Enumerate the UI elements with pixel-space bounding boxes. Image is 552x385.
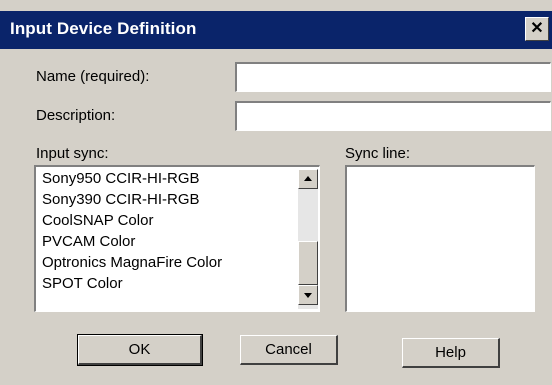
scroll-thumb[interactable] bbox=[298, 241, 318, 285]
ok-button[interactable]: OK bbox=[77, 334, 203, 366]
list-item[interactable]: PVCAM Color bbox=[42, 233, 135, 250]
name-field[interactable] bbox=[235, 62, 551, 92]
list-item[interactable]: Sony390 CCIR-HI-RGB bbox=[42, 191, 200, 208]
input-sync-scrollbar[interactable] bbox=[298, 169, 318, 309]
input-sync-list[interactable]: Sony950 CCIR-HI-RGB Sony390 CCIR-HI-RGB … bbox=[34, 165, 320, 312]
window-title: Input Device Definition bbox=[10, 19, 197, 38]
list-item[interactable]: SPOT Color bbox=[42, 275, 123, 292]
list-item[interactable]: Optronics MagnaFire Color bbox=[42, 254, 222, 271]
arrow-up-icon bbox=[304, 176, 312, 181]
list-item[interactable]: CoolSNAP Color bbox=[42, 212, 153, 229]
input-sync-label: Input sync: bbox=[36, 145, 109, 162]
name-label: Name (required): bbox=[36, 68, 150, 85]
title-bar[interactable]: Input Device Definition ✕ bbox=[0, 11, 552, 49]
close-icon: ✕ bbox=[530, 20, 544, 37]
scroll-down-button[interactable] bbox=[298, 285, 318, 305]
list-item[interactable]: Sony950 CCIR-HI-RGB bbox=[42, 170, 200, 187]
help-button[interactable]: Help bbox=[402, 338, 500, 368]
close-button[interactable]: ✕ bbox=[525, 17, 549, 41]
scroll-up-button[interactable] bbox=[298, 169, 318, 189]
description-field[interactable] bbox=[235, 101, 551, 131]
description-label: Description: bbox=[36, 107, 116, 124]
arrow-down-icon bbox=[304, 293, 312, 298]
input-device-definition-dialog: Input Device Definition ✕ Name (required… bbox=[0, 0, 552, 385]
cancel-button[interactable]: Cancel bbox=[240, 335, 338, 365]
sync-line-label: Sync line: bbox=[345, 145, 411, 162]
sync-line-list[interactable] bbox=[345, 165, 535, 312]
